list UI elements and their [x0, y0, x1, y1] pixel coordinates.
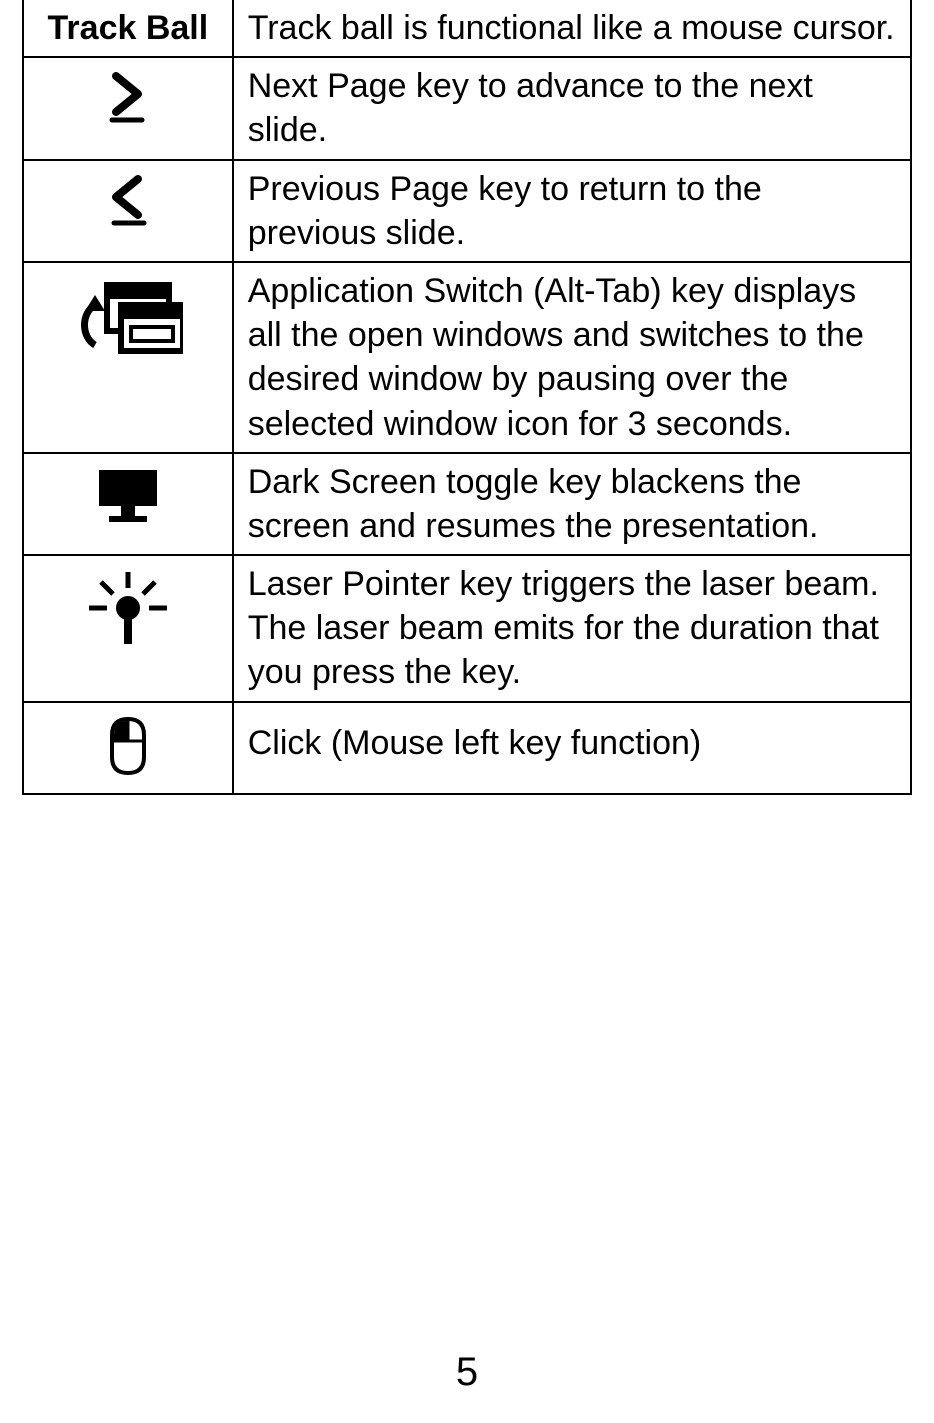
next-page-icon	[38, 64, 218, 126]
mouse-click-desc: Click (Mouse left key function)	[248, 724, 702, 762]
dark-screen-desc: Dark Screen toggle key blackens the scre…	[248, 463, 819, 545]
table-row: Laser Pointer key triggers the laser bea…	[23, 555, 911, 702]
row-desc-cell: Laser Pointer key triggers the laser bea…	[233, 555, 911, 702]
trackball-desc: Track ball is functional like a mouse cu…	[248, 9, 895, 47]
app-switch-desc: Application Switch (Alt-Tab) key display…	[248, 272, 864, 443]
next-page-desc: Next Page key to advance to the next sli…	[248, 67, 813, 149]
prev-page-desc: Previous Page key to return to the previ…	[248, 170, 762, 252]
row-label-cell	[23, 160, 233, 262]
row-label-cell	[23, 57, 233, 159]
function-table: Track Ball Track ball is functional like…	[22, 0, 912, 795]
row-label-cell	[23, 555, 233, 702]
table-row: Track Ball Track ball is functional like…	[23, 0, 911, 57]
table-row: Click (Mouse left key function)	[23, 702, 911, 794]
row-desc-cell: Dark Screen toggle key blackens the scre…	[233, 453, 911, 555]
row-desc-cell: Previous Page key to return to the previ…	[233, 160, 911, 262]
dark-screen-icon	[38, 460, 218, 526]
table-row: Dark Screen toggle key blackens the scre…	[23, 453, 911, 555]
page-number: 5	[0, 1350, 934, 1395]
table-row: Next Page key to advance to the next sli…	[23, 57, 911, 159]
prev-page-icon	[38, 167, 218, 229]
row-label-cell: Track Ball	[23, 0, 233, 57]
mouse-click-icon	[38, 709, 218, 777]
trackball-label: Track Ball	[48, 9, 209, 47]
row-desc-cell: Next Page key to advance to the next sli…	[233, 57, 911, 159]
table-row: Application Switch (Alt-Tab) key display…	[23, 262, 911, 453]
row-desc-cell: Track ball is functional like a mouse cu…	[233, 0, 911, 57]
table-row: Previous Page key to return to the previ…	[23, 160, 911, 262]
laser-pointer-icon	[38, 562, 218, 648]
laser-pointer-desc: Laser Pointer key triggers the laser bea…	[248, 565, 879, 691]
row-label-cell	[23, 262, 233, 453]
row-desc-cell: Click (Mouse left key function)	[233, 702, 911, 794]
app-switch-icon	[38, 269, 218, 369]
row-label-cell	[23, 453, 233, 555]
row-label-cell	[23, 702, 233, 794]
row-desc-cell: Application Switch (Alt-Tab) key display…	[233, 262, 911, 453]
